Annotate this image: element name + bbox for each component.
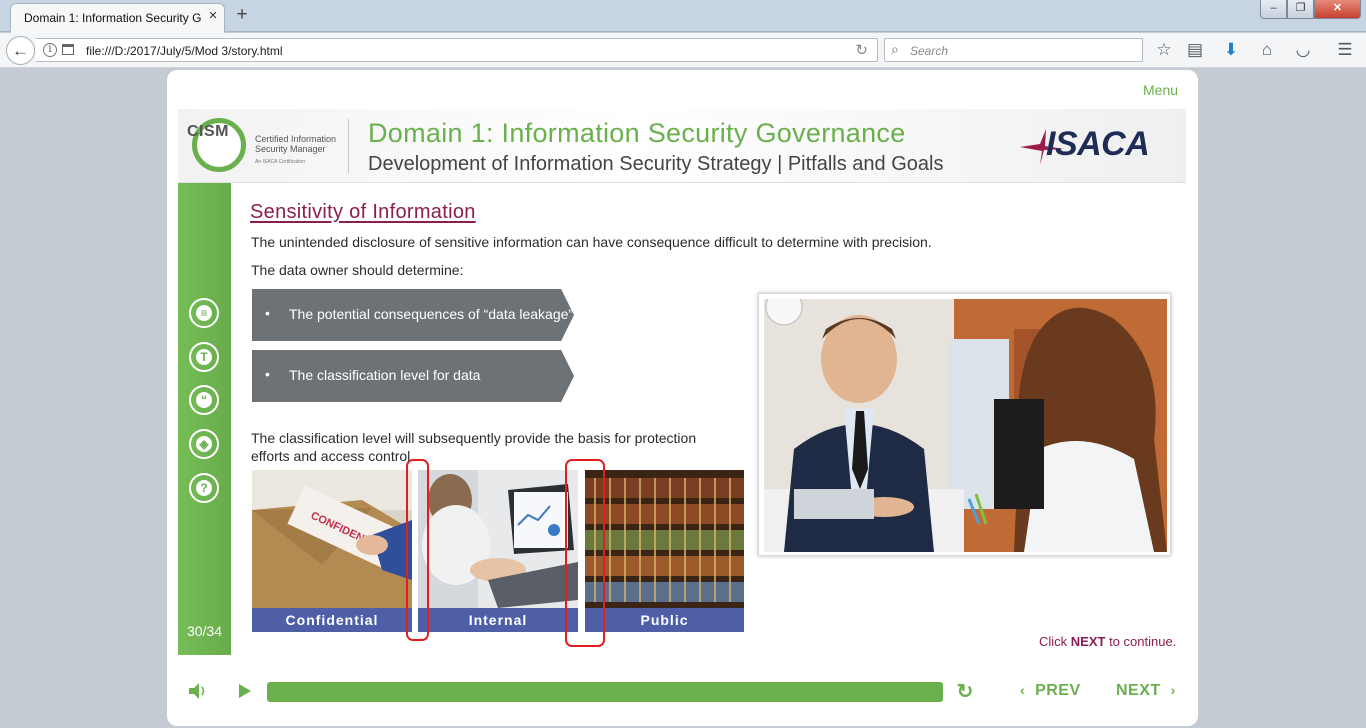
- reload-icon[interactable]: ↻: [855, 41, 868, 59]
- notes-button[interactable]: ≡: [189, 298, 219, 328]
- course-banner: CISM Certified Information Security Mana…: [178, 109, 1186, 183]
- browser-tab-strip: Domain 1: Information Security G × + – ❐…: [0, 0, 1366, 33]
- tab-title: Domain 1: Information Security G: [24, 11, 202, 25]
- prev-label: PREV: [1035, 682, 1081, 699]
- prev-button[interactable]: ‹ PREV: [1020, 682, 1081, 700]
- cism-tagline-line1: Certified Information: [255, 134, 337, 144]
- pocket-icon[interactable]: ◡: [1292, 39, 1314, 61]
- continue-suffix: to continue.: [1105, 634, 1177, 649]
- isaca-logo: ISACA: [1018, 125, 1178, 169]
- progress-fill: [267, 682, 943, 702]
- isaca-logo-text: ISACA: [1046, 125, 1150, 163]
- quote-button[interactable]: “: [189, 385, 219, 415]
- basis-text: The classification level will subsequent…: [251, 430, 697, 464]
- classification-label: Confidential: [252, 608, 412, 632]
- classification-label: Internal: [418, 608, 578, 632]
- next-button[interactable]: NEXT ›: [1116, 682, 1176, 700]
- intro-text: The unintended disclosure of sensitive i…: [251, 234, 932, 250]
- site-info-icon[interactable]: i: [43, 43, 57, 57]
- continue-hint: Click NEXT to continue.: [1039, 634, 1176, 649]
- bullet-dot: •: [265, 305, 270, 321]
- cism-subtagline: An ISACA Certification: [255, 159, 306, 165]
- browser-toolbar: ← i file:///D:/2017/July/5/Mod 3/story.h…: [0, 33, 1366, 68]
- help-button[interactable]: ?: [189, 473, 219, 503]
- bullet-text: The classification level for data: [289, 367, 481, 383]
- replay-icon[interactable]: ↻: [954, 681, 976, 703]
- chevron-right-icon: ›: [1170, 682, 1176, 698]
- play-icon[interactable]: [239, 684, 251, 698]
- continue-prefix: Click: [1039, 634, 1071, 649]
- bullet-arrow: • The potential consequences of “data le…: [252, 289, 574, 341]
- library-image: [585, 470, 744, 608]
- search-input[interactable]: ⌕ Search: [884, 38, 1143, 62]
- meeting-photo-frame: [758, 293, 1171, 556]
- layers-icon: ◈: [196, 436, 212, 452]
- notes-icon: ≡: [196, 305, 212, 321]
- bullet-dot: •: [265, 366, 270, 382]
- banner-divider: [348, 119, 349, 173]
- progress-bar[interactable]: [267, 682, 943, 702]
- url-text[interactable]: file:///D:/2017/July/5/Mod 3/story.html: [86, 44, 283, 58]
- bullet-text: The potential consequences of “data leak…: [289, 306, 574, 322]
- window-close-button[interactable]: ✕: [1314, 0, 1361, 19]
- help-icon: ?: [196, 480, 212, 496]
- classification-public: Public: [585, 470, 744, 632]
- window-minimize-button[interactable]: –: [1260, 0, 1287, 19]
- quote-icon: “: [196, 392, 212, 408]
- back-button[interactable]: ←: [6, 36, 35, 65]
- cism-tagline-line2: Security Manager: [255, 144, 326, 154]
- chevron-left-icon: ‹: [1020, 682, 1026, 698]
- bookmark-star-icon[interactable]: ☆: [1153, 39, 1175, 61]
- hamburger-menu-icon[interactable]: ☰: [1334, 39, 1356, 61]
- classification-internal: Internal: [418, 470, 578, 632]
- bullet-arrow: • The classification level for data: [252, 350, 574, 402]
- continue-keyword: NEXT: [1070, 634, 1106, 649]
- classification-label: Public: [585, 608, 744, 632]
- address-bar[interactable]: i file:///D:/2017/July/5/Mod 3/story.htm…: [36, 38, 878, 62]
- classification-confidential: CONFIDENTIAL Confidential: [252, 470, 412, 632]
- menu-button[interactable]: Menu: [1143, 82, 1178, 98]
- transcript-button[interactable]: T: [189, 342, 219, 372]
- page-icon: [62, 44, 74, 55]
- volume-icon[interactable]: [187, 682, 207, 700]
- download-icon[interactable]: ⬇: [1220, 39, 1242, 61]
- browser-tab[interactable]: Domain 1: Information Security G ×: [10, 3, 225, 33]
- slide-counter: 30/34: [186, 623, 223, 639]
- search-placeholder: Search: [910, 44, 949, 58]
- highlight-marker: [406, 459, 429, 641]
- owner-prompt: The data owner should determine:: [251, 262, 464, 278]
- reading-list-icon[interactable]: ▤: [1184, 39, 1206, 61]
- page-subtitle: Development of Information Security Stra…: [368, 153, 944, 175]
- cism-logo-text: CISM: [187, 123, 229, 140]
- search-icon: ⌕: [891, 41, 899, 57]
- resources-button[interactable]: ◈: [189, 429, 219, 459]
- window-maximize-button[interactable]: ❐: [1287, 0, 1314, 19]
- tab-close-icon[interactable]: ×: [204, 7, 222, 25]
- laptop-image: [418, 470, 578, 608]
- new-tab-button[interactable]: +: [232, 5, 252, 25]
- highlight-marker: [565, 459, 605, 647]
- side-nav: ≡ T “ ◈ ? 30/34: [178, 183, 231, 655]
- home-icon[interactable]: ⌂: [1256, 39, 1278, 61]
- next-label: NEXT: [1116, 682, 1161, 699]
- course-player: Menu CISM Certified Information Security…: [167, 70, 1198, 726]
- slide-heading: Sensitivity of Information: [250, 201, 476, 223]
- envelope-image: CONFIDENTIAL: [252, 470, 412, 608]
- page-title: Domain 1: Information Security Governanc…: [368, 118, 906, 148]
- back-arrow-icon: ←: [12, 41, 29, 60]
- meeting-photo: [764, 299, 1167, 552]
- transcript-icon: T: [196, 349, 212, 365]
